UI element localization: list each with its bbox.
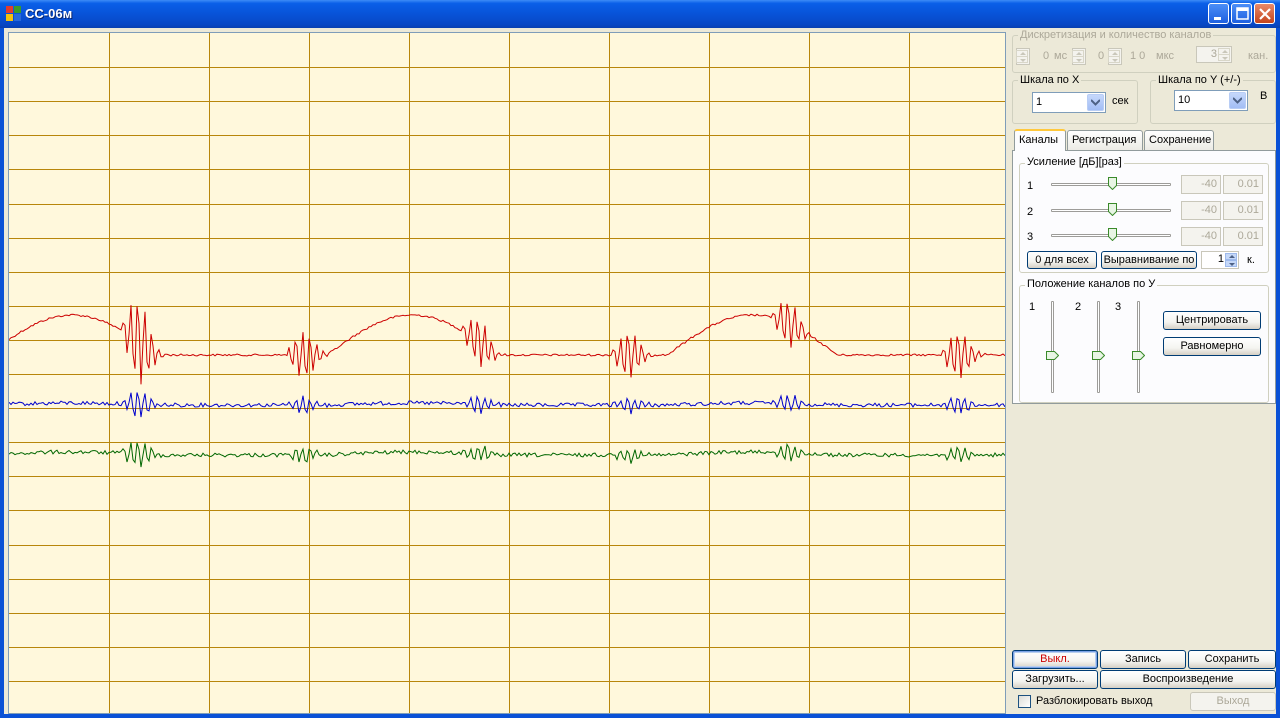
app-icon [6, 6, 21, 21]
position-slider-3[interactable] [1137, 301, 1140, 393]
us-spinner-2 [1108, 48, 1122, 65]
gain-ratio-field: 0.01 [1223, 201, 1263, 220]
client-area: Дискретизация и количество каналов 0 мс … [4, 28, 1276, 714]
scale-x-select[interactable]: 1 [1032, 92, 1106, 113]
tab-channels[interactable]: Каналы [1014, 129, 1066, 151]
ms-value: 0 [1043, 50, 1050, 62]
position-channel-label: 3 [1115, 301, 1122, 313]
align-channel-spinner[interactable]: 1 [1201, 251, 1239, 269]
gain-slider-thumb[interactable] [1108, 203, 1117, 216]
position-legend: Положение каналов по У [1025, 278, 1158, 290]
scale-x-unit: сек [1112, 95, 1129, 107]
title-bar[interactable]: СС-06м [0, 0, 1280, 28]
spin-up-icon[interactable] [1225, 253, 1237, 260]
position-slider-thumb[interactable] [1046, 351, 1059, 360]
record-button[interactable]: Запись [1100, 650, 1186, 669]
signal-plot-canvas [9, 33, 1005, 713]
ms-unit: мс [1054, 50, 1068, 62]
gain-channel-label: 2 [1027, 206, 1034, 218]
load-button[interactable]: Загрузить... [1012, 670, 1098, 689]
unlock-output-checkbox[interactable] [1018, 695, 1031, 708]
channel-3-trace [9, 442, 1005, 468]
scale-x-value: 1 [1036, 96, 1043, 108]
gain-db-field: -40 [1181, 175, 1221, 194]
spin-down-icon[interactable] [1225, 260, 1237, 267]
gain-slider-thumb[interactable] [1108, 228, 1117, 241]
position-slider-thumb[interactable] [1092, 351, 1105, 360]
maximize-button[interactable] [1231, 3, 1252, 24]
even-button[interactable]: Равномерно [1163, 337, 1261, 356]
gain-db-field: -40 [1181, 201, 1221, 220]
channels-unit: кан. [1248, 50, 1269, 62]
channels-count-spinner: 3 [1196, 46, 1232, 63]
gain-ratio-field: 0.01 [1223, 227, 1263, 246]
minimize-button[interactable] [1208, 3, 1229, 24]
position-slider-thumb[interactable] [1132, 351, 1145, 360]
tab-saving[interactable]: Сохранение [1144, 130, 1214, 150]
unlock-output-label[interactable]: Разблокировать выход [1036, 695, 1152, 707]
control-panel: Дискретизация и количество каналов 0 мс … [1008, 28, 1276, 714]
position-slider-1[interactable] [1051, 301, 1054, 393]
gain-db-field: -40 [1181, 227, 1221, 246]
tab-control: Каналы Регистрация Сохранение Усиление [… [1012, 129, 1276, 404]
align-button[interactable]: Выравнивание по [1101, 251, 1197, 269]
close-button[interactable] [1254, 3, 1275, 24]
tab-channels-panel: Усиление [дБ][раз] 1 -40 0.01 2 -40 0.01… [1012, 150, 1276, 404]
position-slider-2[interactable] [1097, 301, 1100, 393]
us-value-1: 0 [1098, 50, 1105, 62]
play-button[interactable]: Воспроизведение [1100, 670, 1276, 689]
zero-all-button[interactable]: 0 для всех [1027, 251, 1097, 269]
tab-registration[interactable]: Регистрация [1067, 130, 1143, 150]
align-unit: к. [1247, 254, 1255, 266]
scale-y-unit: В [1260, 90, 1268, 102]
align-channel-value: 1 [1217, 253, 1224, 265]
gain-channel-label: 1 [1027, 180, 1034, 192]
position-channel-label: 1 [1029, 301, 1036, 313]
gain-slider-thumb[interactable] [1108, 177, 1117, 190]
save-button[interactable]: Сохранить [1188, 650, 1276, 669]
exit-button: Выход [1190, 692, 1276, 711]
window-title: СС-06м [25, 6, 73, 21]
scale-y-select[interactable]: 10 [1174, 90, 1248, 111]
scale-y-legend: Шкала по Y (+/-) [1156, 74, 1243, 86]
ms-spinner [1016, 48, 1030, 65]
center-button[interactable]: Центрировать [1163, 311, 1261, 330]
us-unit: мкс [1156, 50, 1174, 62]
signal-plot[interactable] [8, 32, 1006, 714]
gain-channel-label: 3 [1027, 231, 1034, 243]
off-button[interactable]: Выкл. [1012, 650, 1098, 669]
scale-y-value: 10 [1178, 94, 1191, 106]
chevron-down-icon[interactable] [1229, 92, 1246, 109]
discretization-legend: Дискретизация и количество каналов [1018, 29, 1214, 41]
channel-1-trace [9, 303, 1005, 385]
channel-2-trace [9, 392, 1005, 418]
gain-legend: Усиление [дБ][раз] [1025, 156, 1124, 168]
us-spinner-1 [1072, 48, 1086, 65]
us-value-2: 1 0 [1130, 50, 1146, 62]
gain-ratio-field: 0.01 [1223, 175, 1263, 194]
app-window: СС-06м Дискретизация и количество канало… [0, 0, 1280, 718]
chevron-down-icon[interactable] [1087, 94, 1104, 111]
position-channel-label: 2 [1075, 301, 1082, 313]
scale-x-legend: Шкала по X [1018, 74, 1082, 86]
channels-count-value: 3 [1210, 48, 1217, 60]
